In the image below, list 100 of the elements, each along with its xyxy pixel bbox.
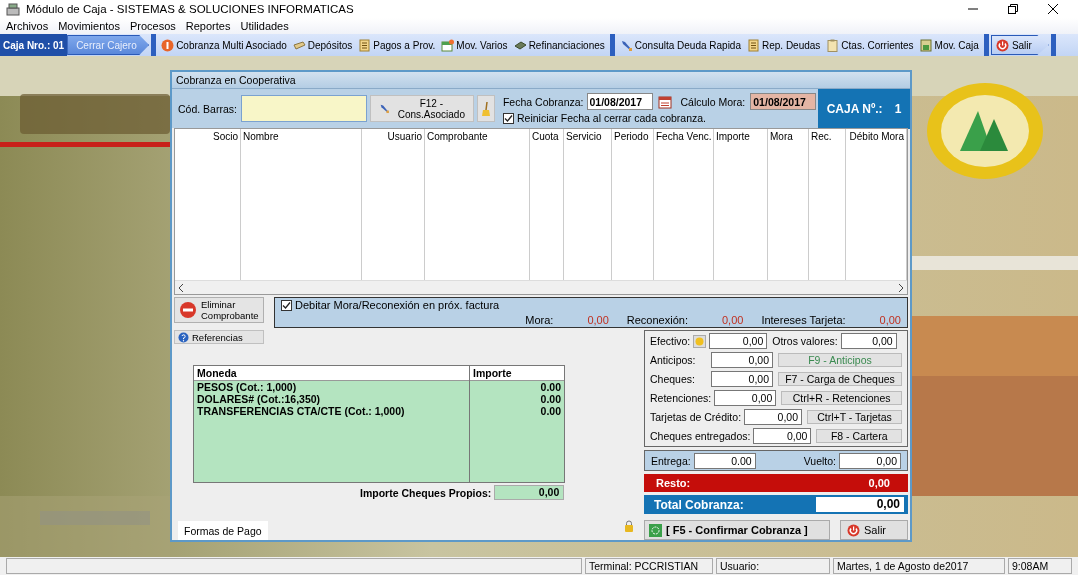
delete-receipt-button[interactable]: Eliminar Comprobante bbox=[174, 297, 264, 323]
column-header[interactable]: Comprobante bbox=[425, 129, 529, 146]
column-header[interactable]: Rec. bbox=[809, 129, 845, 146]
menu-item[interactable]: Utilidades bbox=[240, 20, 289, 32]
toolbar-button[interactable]: Pagos a Prov. bbox=[355, 34, 439, 56]
toolbar-grip[interactable] bbox=[983, 34, 989, 56]
column-header[interactable]: Moneda bbox=[194, 366, 469, 381]
toolbar-button[interactable]: Depósitos bbox=[289, 34, 356, 56]
clipboard-icon bbox=[826, 38, 840, 52]
payment-field[interactable]: 0,00 bbox=[744, 409, 803, 425]
coin-icon bbox=[161, 38, 175, 52]
payment-label: Otros valores: bbox=[772, 335, 838, 347]
dialog-title: Cobranza en Cooperativa bbox=[176, 74, 296, 87]
total-value: 0,00 bbox=[587, 314, 609, 326]
scroll-right-icon[interactable] bbox=[898, 283, 904, 292]
menu-item[interactable]: Reportes bbox=[185, 20, 231, 32]
late-fee-date-field[interactable]: 01/08/2017 bbox=[750, 93, 817, 111]
payment-label: Tarjetas de Crédito: bbox=[650, 411, 742, 423]
column-header[interactable]: Servicio bbox=[564, 129, 611, 146]
column-header[interactable]: Nombre bbox=[241, 129, 361, 146]
column-header[interactable]: Usuario bbox=[362, 129, 424, 146]
lookup-button[interactable]: F12 - Cons.Asociado bbox=[369, 95, 474, 123]
payment-label: Cheques entregados: bbox=[650, 430, 751, 442]
payment-field[interactable]: 0,00 bbox=[840, 333, 897, 349]
payment-field[interactable]: 0,00 bbox=[711, 371, 773, 387]
toolbar-button[interactable]: Cobranza Multi Asociado bbox=[158, 34, 290, 56]
table-cell-text: TRANSFERENCIAS CTA/CTE (Cot.: 1,000) bbox=[196, 405, 406, 417]
change-field[interactable]: 0,00 bbox=[839, 452, 901, 469]
list-icon bbox=[747, 38, 760, 52]
close-icon[interactable] bbox=[1048, 4, 1058, 14]
tab[interactable]: Formas de Pago bbox=[178, 521, 268, 540]
confirm-button[interactable]: [ F5 - Confirmar Cobranza ] bbox=[644, 520, 830, 540]
change-label: Vuelto: bbox=[803, 454, 836, 467]
total-label: Reconexión: bbox=[626, 314, 688, 326]
scroll-left-icon[interactable] bbox=[178, 283, 184, 292]
payment-field[interactable]: 0,00 bbox=[714, 390, 777, 406]
terminal-status: Terminal: PCCRISTIAN bbox=[585, 558, 713, 574]
collection-date-field[interactable]: 01/08/2017 bbox=[586, 93, 653, 111]
delivered-label: Entrega: bbox=[651, 454, 691, 467]
delivered-field[interactable]: 0.00 bbox=[693, 452, 756, 469]
user-status: Usuario: bbox=[716, 558, 830, 574]
toolbar-grip[interactable] bbox=[1050, 34, 1056, 56]
table-cell-text: PESOS (Cot.: 1,000) bbox=[196, 381, 298, 393]
references-button[interactable]: Referencias bbox=[174, 330, 264, 344]
payment-field[interactable]: 0,00 bbox=[753, 428, 812, 444]
own-checks-field: 0,00 bbox=[494, 485, 565, 500]
toolbar-button[interactable]: Mov. Varios bbox=[438, 34, 511, 56]
lock-icon bbox=[624, 520, 634, 532]
barcode-field[interactable] bbox=[240, 95, 367, 123]
cashier-label: Caja Nro.: 01 bbox=[0, 34, 68, 56]
toolbar-button[interactable]: Consulta Deuda Rapida bbox=[616, 34, 744, 56]
payment-button[interactable]: F8 - Cartera bbox=[816, 429, 902, 443]
payment-button[interactable]: F7 - Carga de Cheques bbox=[778, 372, 902, 386]
calendar-icon[interactable] bbox=[657, 94, 672, 109]
column-header[interactable]: Débito Mora bbox=[846, 129, 906, 146]
column-header[interactable]: Fecha Venc. bbox=[654, 129, 713, 146]
menu-item[interactable]: Archivos bbox=[6, 20, 49, 32]
date-status: Martes, 1 de Agosto de2017 bbox=[833, 558, 1005, 574]
late-fee-date-label: Cálculo Mora: bbox=[680, 95, 746, 108]
barcode-label: Cód. Barras: bbox=[178, 102, 237, 115]
column-header[interactable]: Socio bbox=[175, 129, 240, 146]
restore-icon[interactable] bbox=[1008, 4, 1018, 14]
toolbar-grip[interactable] bbox=[151, 34, 157, 56]
collection-date-label: Fecha Cobranza: bbox=[502, 95, 584, 108]
total-label: Intereses Tarjeta: bbox=[761, 314, 846, 326]
menu-item[interactable]: Procesos bbox=[129, 20, 176, 32]
total-collection-value: 0,00 bbox=[816, 497, 904, 512]
brush-icon bbox=[378, 102, 390, 116]
menu-item[interactable]: Movimientos bbox=[58, 20, 120, 32]
total-label: Mora: bbox=[525, 314, 554, 326]
exit-button[interactable]: Salir bbox=[990, 35, 1049, 55]
column-header[interactable]: Periodo bbox=[612, 129, 653, 146]
toolbar-button[interactable]: Rep. Deudas bbox=[744, 34, 824, 56]
toolbar-button[interactable]: Ctas. Corrientes bbox=[823, 34, 917, 56]
calendar-icon bbox=[441, 38, 455, 52]
payment-label: Anticipos: bbox=[650, 354, 697, 366]
table-cell-text: 0.00 bbox=[539, 405, 562, 417]
debit-late-fee-checkbox[interactable] bbox=[281, 299, 292, 311]
toolbar-grip[interactable] bbox=[609, 34, 615, 56]
table-cell-text: 0.00 bbox=[539, 393, 562, 405]
window-title: Módulo de Caja - SISTEMAS & SOLUCIONES INFORMATICAS bbox=[26, 3, 354, 15]
toolbar-button[interactable]: Mov. Caja bbox=[916, 34, 982, 56]
payment-label: Cheques: bbox=[650, 373, 696, 385]
column-header[interactable]: Importe bbox=[714, 129, 767, 146]
toolbar-button[interactable]: Refinanciaciones bbox=[510, 34, 608, 56]
debit-late-fee-label: Debitar Mora/Reconexión en próx. factura bbox=[295, 299, 500, 311]
payment-label: Retenciones: bbox=[650, 392, 712, 404]
reset-date-checkbox[interactable] bbox=[502, 112, 514, 124]
payment-field[interactable]: 0,00 bbox=[709, 333, 768, 349]
column-header[interactable]: Cuota bbox=[530, 129, 563, 146]
exit-button[interactable]: Salir bbox=[840, 520, 908, 540]
reset-date-label: Reiniciar Fecha al cerrar cada cobranza. bbox=[516, 112, 707, 125]
help-icon bbox=[178, 331, 189, 343]
payment-button[interactable]: Ctrl+R - Retenciones bbox=[781, 391, 902, 405]
cash-icon bbox=[292, 38, 306, 52]
own-checks-label: Importe Cheques Propios: bbox=[360, 486, 492, 499]
cash-box-label: CAJA Nº.: bbox=[826, 101, 883, 116]
column-header[interactable]: Importe bbox=[470, 366, 564, 381]
payment-button[interactable]: Ctrl+T - Tarjetas bbox=[807, 410, 902, 424]
column-header[interactable]: Mora bbox=[768, 129, 808, 146]
